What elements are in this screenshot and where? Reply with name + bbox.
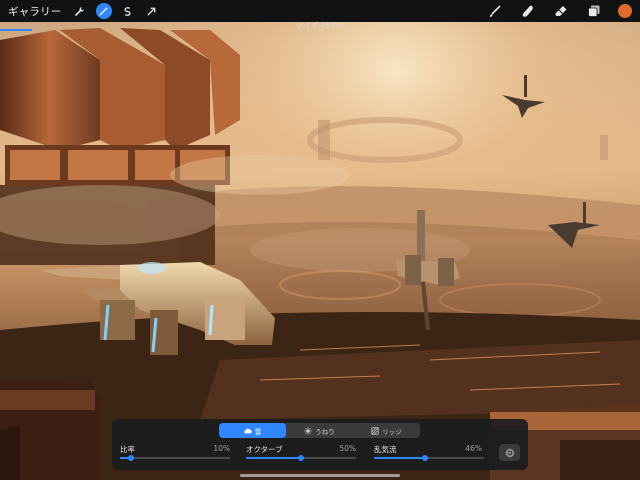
reset-icon — [505, 448, 514, 457]
tab-ridge[interactable]: リッジ — [353, 423, 420, 438]
smudge-icon[interactable] — [519, 2, 537, 20]
turbulence-slider-fill — [374, 457, 425, 459]
tab-clouds[interactable]: 雲 — [219, 423, 286, 438]
turbulence-slider-value: 46% — [465, 444, 482, 453]
arrow-cursor-icon[interactable] — [144, 3, 160, 19]
ridge-icon — [371, 426, 379, 435]
selection-s-icon[interactable] — [120, 3, 136, 19]
noise-adjustment-panel: 雲 うねり リッジ 比率 10% オクターブ 50% 乱気流 46% — [112, 419, 528, 470]
tab-billow[interactable]: うねり — [286, 423, 353, 438]
octaves-slider-label: オクターブ — [246, 445, 283, 454]
tab-ridge-label: リッジ — [382, 427, 402, 436]
sci-fi-cityscape-image — [0, 0, 640, 480]
home-indicator — [240, 474, 400, 477]
scale-slider-knob[interactable] — [128, 455, 134, 461]
tab-billow-label: うねり — [315, 427, 335, 436]
scale-slider[interactable] — [120, 455, 230, 461]
octaves-slider-value: 50% — [339, 444, 356, 453]
turbulence-slider[interactable] — [374, 455, 484, 461]
wrench-icon[interactable] — [72, 3, 88, 19]
right-tool-group — [486, 0, 640, 22]
cloud-icon — [244, 428, 252, 433]
billow-icon — [304, 426, 312, 435]
noise-progress-bar — [0, 29, 32, 31]
reset-button[interactable] — [499, 444, 520, 461]
octaves-slider[interactable] — [246, 455, 356, 461]
gallery-button[interactable]: ギャラリー — [8, 4, 62, 19]
noise-status-label: ノイズ 15.0% — [295, 21, 345, 30]
turbulence-slider-knob[interactable] — [421, 455, 428, 461]
canvas-artwork[interactable] — [0, 0, 640, 480]
magic-wand-icon[interactable] — [95, 3, 112, 19]
noise-type-segmented-control: 雲 うねり リッジ — [219, 423, 420, 438]
eraser-icon[interactable] — [552, 2, 570, 20]
layers-icon[interactable] — [585, 2, 603, 20]
octaves-slider-fill — [246, 457, 301, 459]
tab-clouds-label: 雲 — [254, 427, 262, 436]
scale-slider-value: 10% — [213, 444, 230, 453]
top-toolbar: ギャラリー — [0, 0, 640, 22]
color-picker-button[interactable] — [618, 4, 632, 18]
brush-icon[interactable] — [486, 2, 504, 20]
octaves-slider-knob[interactable] — [298, 455, 304, 461]
turbulence-slider-label: 乱気流 — [374, 445, 397, 454]
scale-slider-label: 比率 — [120, 445, 135, 454]
